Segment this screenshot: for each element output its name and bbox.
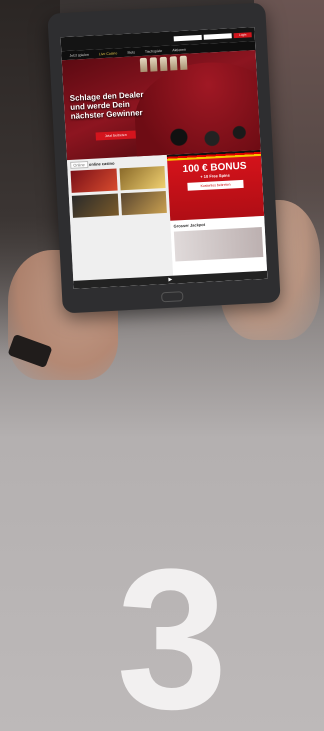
casino-chips-image: [145, 118, 257, 154]
nav-item-slots[interactable]: Slots: [127, 50, 135, 54]
hero-headline: Schlage den Dealer und werde Dein nächst…: [69, 89, 144, 121]
hero-banner: Schlage den Dealer und werde Dein nächst…: [61, 50, 261, 161]
login-button[interactable]: Login: [233, 31, 252, 38]
photo-background: Login Jetzt spielen Live Casino Slots Ti…: [0, 0, 324, 731]
nav-item-play[interactable]: Jetzt spielen: [69, 52, 89, 57]
nav-item-table-games[interactable]: Tischspiele: [145, 48, 163, 53]
tablet-screen: Login Jetzt spielen Live Casino Slots Ti…: [60, 27, 268, 289]
join-now-button[interactable]: Jetzt beitreten: [95, 130, 136, 141]
play-icon[interactable]: ▶: [168, 277, 172, 283]
step-number: 3: [116, 528, 227, 731]
games-panel: Online online casino: [66, 154, 174, 289]
tablet-home-button: [161, 291, 184, 303]
content-area: Online online casino 100 € BONUS + 10 Fr…: [66, 149, 268, 289]
nav-item-promotions[interactable]: Aktionen: [172, 47, 186, 52]
promo-panel: 100 € BONUS + 10 Free Spins Kostenlos be…: [166, 149, 268, 284]
game-tile[interactable]: [120, 190, 167, 216]
nav-item-live-casino[interactable]: Live Casino: [99, 51, 117, 56]
game-tile[interactable]: [118, 165, 166, 191]
title-badge: Online: [70, 161, 88, 169]
jackpot-banner[interactable]: [173, 226, 264, 262]
free-join-button[interactable]: Kostenlos beitreten: [187, 179, 244, 191]
bonus-promo: 100 € BONUS + 10 Free Spins Kostenlos be…: [166, 149, 265, 221]
password-field[interactable]: [203, 32, 232, 40]
game-tile[interactable]: [70, 168, 118, 193]
username-field[interactable]: [173, 34, 202, 41]
title-text: online casino: [88, 160, 115, 167]
game-grid: [70, 165, 167, 218]
tablet-device: Login Jetzt spielen Live Casino Slots Ti…: [47, 2, 281, 314]
game-tile[interactable]: [71, 193, 119, 218]
